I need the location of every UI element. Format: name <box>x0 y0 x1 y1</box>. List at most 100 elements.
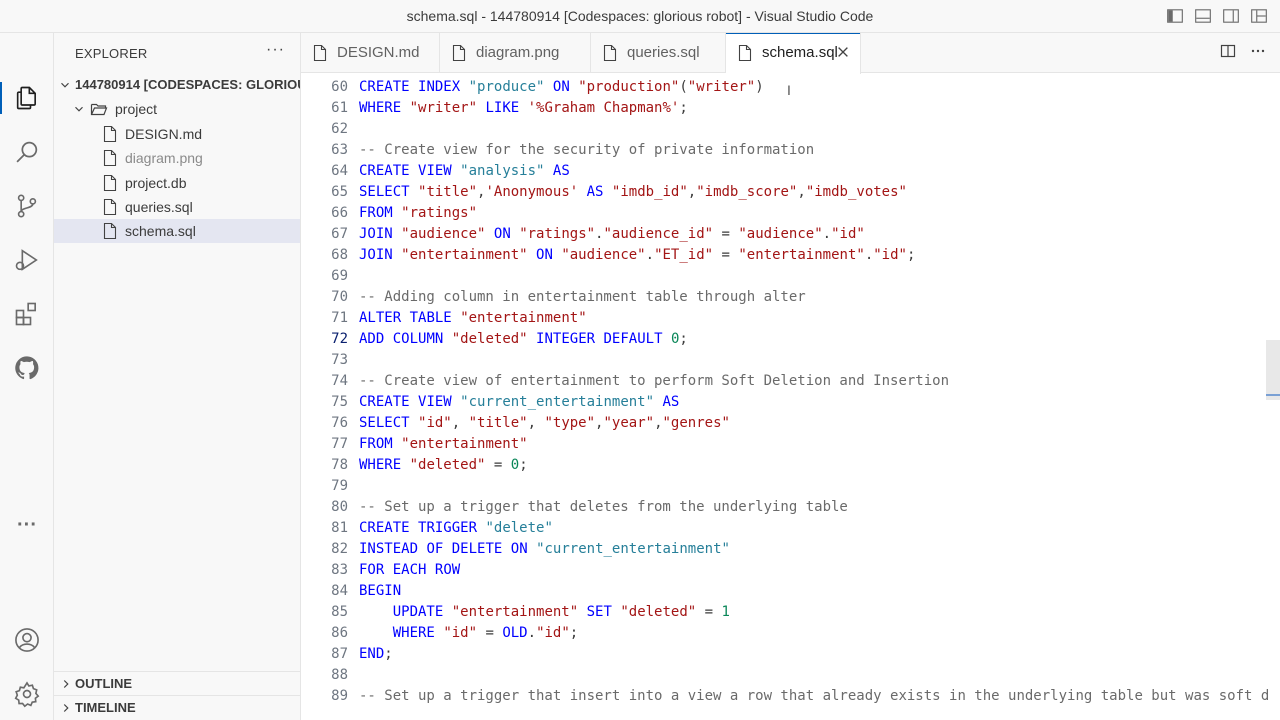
line-number: 76 <box>331 415 348 431</box>
code-line[interactable]: 83 FOR EACH ROW <box>301 560 1280 581</box>
file-queries-sql[interactable]: queries.sql <box>54 195 300 219</box>
code-line[interactable]: 68 JOIN "entertainment" ON "audience"."ET… <box>301 245 1280 266</box>
line-number: 75 <box>331 394 348 410</box>
explorer-icon[interactable] <box>0 74 54 122</box>
code-line[interactable]: 62 <box>301 119 1280 140</box>
chevron-down-icon <box>61 82 69 88</box>
code-text: -- Create view for the security of priva… <box>359 142 815 158</box>
file-project-db[interactable]: project.db <box>54 171 300 195</box>
file-diagram-png[interactable]: diagram.png <box>54 146 300 170</box>
code-line[interactable]: 85 UPDATE "entertainment" SET "deleted" … <box>301 602 1280 623</box>
tab-schema-sql[interactable]: schema.sql <box>726 33 861 74</box>
line-number: 88 <box>331 667 348 683</box>
mouse-text-cursor-icon: I <box>787 82 791 98</box>
file-design-md[interactable]: DESIGN.md <box>54 122 300 146</box>
workspace-root-label: 144780914 [CODESPACES: GLORIOU... <box>75 77 300 92</box>
line-number: 64 <box>331 163 348 179</box>
code-text: JOIN "audience" ON "ratings"."audience_i… <box>359 226 865 242</box>
code-line[interactable]: 77 FROM "entertainment" <box>301 434 1280 455</box>
code-line[interactable]: 79 <box>301 476 1280 497</box>
code-text: -- Set up a trigger that insert into a v… <box>359 688 1270 704</box>
code-line[interactable]: 88 <box>301 665 1280 686</box>
chevron-down-icon <box>75 106 83 112</box>
line-number: 78 <box>331 457 348 473</box>
code-line[interactable]: 69 <box>301 266 1280 287</box>
workspace-root-folder[interactable]: 144780914 [CODESPACES: GLORIOU... <box>54 73 300 97</box>
code-line[interactable]: 70 -- Adding column in entertainment tabl… <box>301 287 1280 308</box>
code-text: -- Set up a trigger that deletes from th… <box>359 499 848 515</box>
code-line[interactable]: 87 END; <box>301 644 1280 665</box>
file-icon <box>452 44 466 62</box>
close-icon[interactable] <box>836 45 850 59</box>
code-line[interactable]: 76 SELECT "id", "title", "type","year","g… <box>301 413 1280 434</box>
code-line[interactable]: 66 FROM "ratings" <box>301 203 1280 224</box>
code-line[interactable]: 89 -- Set up a trigger that insert into a… <box>301 686 1280 707</box>
source-control-icon[interactable] <box>0 182 54 230</box>
code-line[interactable]: 84 BEGIN <box>301 581 1280 602</box>
code-line[interactable]: 72 ADD COLUMN "deleted" INTEGER DEFAULT 0… <box>301 329 1280 350</box>
line-number: 86 <box>331 625 348 641</box>
chevron-right-icon <box>63 680 69 688</box>
line-number: 84 <box>331 583 348 599</box>
editor-tabs: DESIGN.md diagram.png queries.sql schema… <box>301 33 1280 74</box>
split-editor-icon[interactable] <box>1220 43 1236 61</box>
settings-gear-icon[interactable] <box>0 670 54 718</box>
run-debug-icon[interactable] <box>0 236 54 284</box>
toggle-primary-sidebar-icon[interactable] <box>1166 7 1184 25</box>
more-actions-icon[interactable] <box>1250 43 1266 61</box>
code-line[interactable]: 75 CREATE VIEW "current_entertainment" AS <box>301 392 1280 413</box>
scrollbar-position-marker <box>1266 394 1280 396</box>
code-editor[interactable]: 60 CREATE INDEX "produce" ON "production"… <box>301 74 1280 720</box>
code-line[interactable]: 81 CREATE TRIGGER "delete" <box>301 518 1280 539</box>
file-schema-sql[interactable]: schema.sql <box>54 219 300 243</box>
toggle-secondary-sidebar-icon[interactable] <box>1222 7 1240 25</box>
code-line[interactable]: 71 ALTER TABLE "entertainment" <box>301 308 1280 329</box>
tab-label: diagram.png <box>476 44 560 61</box>
code-line[interactable]: 67 JOIN "audience" ON "ratings"."audience… <box>301 224 1280 245</box>
folder-open-icon <box>90 103 108 116</box>
code-text: CREATE TRIGGER "delete" <box>359 520 553 536</box>
line-number: 69 <box>331 268 348 284</box>
line-number: 89 <box>331 688 348 704</box>
code-line[interactable]: 61 WHERE "writer" LIKE '%Graham Chapman%'… <box>301 98 1280 119</box>
editor-scrollbar[interactable] <box>1266 340 1280 400</box>
search-icon[interactable] <box>0 128 54 176</box>
folder-project[interactable]: project <box>54 97 300 121</box>
code-text: FROM "entertainment" <box>359 436 528 452</box>
code-line[interactable]: 73 <box>301 350 1280 371</box>
code-text: END; <box>359 646 393 662</box>
explorer-sidebar: EXPLORER ··· 144780914 [CODESPACES: GLOR… <box>54 33 301 720</box>
line-number: 80 <box>331 499 348 515</box>
line-number: 81 <box>331 520 348 536</box>
code-text: FROM "ratings" <box>359 205 478 221</box>
github-icon[interactable] <box>0 344 54 392</box>
code-line[interactable]: 80 -- Set up a trigger that deletes from … <box>301 497 1280 518</box>
line-number: 67 <box>331 226 348 242</box>
tab-queries-sql[interactable]: queries.sql <box>591 33 726 73</box>
extensions-icon[interactable] <box>0 290 54 338</box>
code-line[interactable]: 74 -- Create view of entertainment to per… <box>301 371 1280 392</box>
tab-diagram-png[interactable]: diagram.png <box>440 33 591 73</box>
code-line[interactable]: 86 WHERE "id" = OLD."id"; <box>301 623 1280 644</box>
explorer-more-actions-button[interactable]: ··· <box>266 41 285 59</box>
line-number: 83 <box>331 562 348 578</box>
tab-design-md[interactable]: DESIGN.md <box>301 33 440 73</box>
more-icon[interactable]: ··· <box>0 501 54 549</box>
code-line[interactable]: 78 WHERE "deleted" = 0; <box>301 455 1280 476</box>
customize-layout-icon[interactable] <box>1250 7 1268 25</box>
timeline-section[interactable]: TIMELINE <box>54 695 301 719</box>
toggle-panel-icon[interactable] <box>1194 7 1212 25</box>
code-line[interactable]: 63 -- Create view for the security of pri… <box>301 140 1280 161</box>
title-bar: schema.sql - 144780914 [Codespaces: glor… <box>0 0 1280 33</box>
code-line[interactable]: 64 CREATE VIEW "analysis" AS <box>301 161 1280 182</box>
outline-section[interactable]: OUTLINE <box>54 671 301 695</box>
code-line[interactable]: 65 SELECT "title",'Anonymous' AS "imdb_id… <box>301 182 1280 203</box>
code-line[interactable]: 82 INSTEAD OF DELETE ON "current_entertai… <box>301 539 1280 560</box>
chevron-right-icon <box>63 704 69 712</box>
more-label: ··· <box>17 513 37 536</box>
account-icon[interactable] <box>0 616 54 664</box>
file-label: DESIGN.md <box>125 126 203 142</box>
line-number: 74 <box>331 373 348 389</box>
editor-actions <box>1220 43 1266 61</box>
activity-bar: ··· <box>0 33 54 720</box>
